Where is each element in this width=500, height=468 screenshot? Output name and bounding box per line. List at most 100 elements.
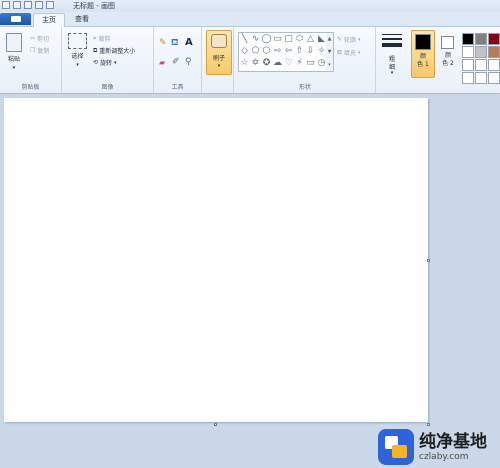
outline-label: 轮廓 — [344, 37, 357, 44]
tools-group: ✎ ⛾ A ▰ ✐ ⚲ 工具 — [154, 27, 202, 93]
palette-swatch[interactable] — [475, 46, 487, 58]
diamond-shape-icon[interactable]: ◇ — [239, 45, 250, 57]
cloud-callout-shape-icon[interactable]: ☁ — [272, 57, 283, 69]
triangle-shape-icon[interactable]: △ — [305, 33, 316, 45]
brushes-group: 刷子 ▾ — [204, 27, 234, 93]
canvas-resize-handle-right[interactable] — [427, 259, 430, 262]
pentagon-shape-icon[interactable]: ⬠ — [250, 45, 261, 57]
palette-swatch[interactable] — [462, 33, 474, 45]
palette-swatch[interactable] — [488, 46, 500, 58]
select-button[interactable]: 选择 ▾ — [68, 33, 87, 68]
file-menu-icon — [10, 16, 21, 22]
pencil-icon[interactable]: ✎ — [159, 38, 167, 48]
redo-icon[interactable] — [35, 1, 43, 9]
color-picker-icon[interactable]: ✐ — [172, 57, 180, 67]
watermark-logo-icon — [378, 429, 414, 465]
rectangle-shape-icon[interactable]: ▭ — [272, 33, 283, 45]
rotate-button[interactable]: ⟲ 旋转 ▾ — [93, 58, 117, 67]
palette-swatch[interactable] — [488, 72, 500, 84]
scissors-icon: ✂ — [30, 35, 36, 42]
chevron-down-icon: ▾ — [76, 62, 79, 68]
rectangular-callout-shape-icon[interactable]: ▭ — [305, 57, 316, 69]
color2-label: 颜 色 2 — [437, 52, 459, 68]
size-button[interactable]: 粗 细 ▾ — [378, 30, 406, 78]
right-arrow-shape-icon[interactable]: ⇨ — [272, 45, 283, 57]
brushes-label: 刷子 — [212, 55, 225, 62]
brush-icon — [211, 34, 227, 48]
text-tool-icon[interactable]: A — [185, 37, 193, 48]
magnifier-icon[interactable]: ⚲ — [185, 57, 192, 67]
file-menu-button[interactable] — [0, 13, 31, 25]
palette-swatch[interactable] — [488, 33, 500, 45]
drawing-canvas[interactable] — [4, 98, 428, 422]
chevron-down-icon: ▾ — [12, 65, 16, 71]
crop-label: 裁剪 — [98, 36, 111, 43]
heart-shape-icon[interactable]: ♡ — [283, 57, 294, 69]
outline-button[interactable]: ✎ 轮廓 ▾ — [337, 35, 361, 44]
palette-swatch[interactable] — [462, 46, 474, 58]
chevron-up-icon[interactable]: ▲ — [328, 36, 332, 42]
outline-icon: ✎ — [337, 36, 343, 43]
quick-access-toolbar — [2, 1, 54, 9]
image-group-label: 图像 — [101, 84, 114, 91]
expand-gallery-icon[interactable]: ▾ — [328, 62, 331, 68]
brushes-button[interactable]: 刷子 ▾ — [206, 30, 232, 75]
palette-swatch[interactable] — [475, 33, 487, 45]
undo-icon[interactable] — [24, 1, 32, 9]
chevron-down-icon: ▾ — [390, 70, 394, 76]
color1-button[interactable]: 颜 色 1 — [411, 30, 435, 78]
six-point-star-shape-icon[interactable]: ✡ — [250, 57, 261, 69]
color1-swatch — [415, 34, 431, 50]
customize-quick-access-icon[interactable] — [46, 1, 54, 9]
shapes-gallery-scrollbar[interactable]: ▲ ▼ ▾ — [326, 32, 334, 72]
palette-swatch[interactable] — [462, 72, 474, 84]
copy-button[interactable]: ❐ 复制 — [30, 46, 49, 55]
resize-button[interactable]: ⧉ 重新调整大小 — [93, 46, 135, 56]
chevron-down-icon: ▾ — [114, 59, 117, 66]
copy-label: 复制 — [37, 48, 50, 55]
up-arrow-shape-icon[interactable]: ⇧ — [294, 45, 305, 57]
tab-view[interactable]: 查看 — [67, 13, 97, 26]
shapes-gallery[interactable]: ╲ ∿ ◯ ▭ ▢ ⬭ △ ◣ ◇ ⬠ ⬡ ⇨ ⇦ ⇧ ⇩ ✧ ☆ ✡ ✪ ☁ … — [238, 32, 328, 72]
shapes-group-label: 形状 — [298, 84, 311, 91]
cut-button[interactable]: ✂ 剪切 — [30, 34, 49, 43]
rounded-rectangle-shape-icon[interactable]: ▢ — [283, 33, 294, 45]
palette-swatch[interactable] — [475, 59, 487, 71]
fill-label: 填充 — [343, 50, 356, 57]
rotate-icon: ⟲ — [93, 59, 99, 66]
crop-icon: ⌗ — [93, 34, 97, 42]
selection-rectangle-icon — [68, 33, 87, 49]
lightning-shape-icon[interactable]: ⚡ — [294, 57, 305, 69]
palette-swatch[interactable] — [462, 59, 474, 71]
hexagon-shape-icon[interactable]: ⬡ — [261, 45, 272, 57]
chevron-down-icon[interactable]: ▼ — [328, 49, 332, 55]
crop-button[interactable]: ⌗ 裁剪 — [93, 34, 111, 44]
polygon-shape-icon[interactable]: ⬭ — [294, 33, 305, 45]
canvas-resize-handle-bottom[interactable] — [214, 423, 217, 426]
fill-button[interactable]: ⛾ 填充 ▾ — [337, 48, 360, 58]
color2-button[interactable]: 颜 色 2 — [437, 30, 459, 78]
watermark-url: czlaby.com — [419, 451, 469, 462]
paste-button[interactable]: 粘贴 ▾ — [6, 33, 22, 71]
fill-bucket-icon[interactable]: ⛾ — [171, 38, 178, 49]
save-icon[interactable] — [13, 1, 21, 9]
color1-label-line2: 色 1 — [417, 61, 429, 68]
ribbon: 粘贴 ▾ ✂ 剪切 ❐ 复制 剪贴板 选择 ▾ ⌗ 裁剪 ⧉ 重新调整大小 ⟲ 旋转 ▾ 图… — [0, 27, 500, 94]
five-point-star-shape-icon[interactable]: ☆ — [239, 57, 250, 69]
oval-shape-icon[interactable]: ◯ — [261, 33, 272, 45]
palette-swatch[interactable] — [488, 59, 500, 71]
rotate-label: 旋转 — [100, 60, 113, 67]
line-shape-icon[interactable]: ╲ — [239, 33, 250, 45]
eraser-icon[interactable]: ▰ — [159, 58, 165, 67]
app-menu-icon[interactable] — [2, 1, 10, 9]
tab-home[interactable]: 主页 — [33, 13, 65, 27]
curve-shape-icon[interactable]: ∿ — [250, 33, 261, 45]
down-arrow-shape-icon[interactable]: ⇩ — [305, 45, 316, 57]
palette-swatch[interactable] — [475, 72, 487, 84]
watermark: 纯净基地 czlaby.com — [378, 426, 500, 468]
left-arrow-shape-icon[interactable]: ⇦ — [283, 45, 294, 57]
fill-icon: ⛾ — [337, 48, 342, 56]
image-group: 选择 ▾ ⌗ 裁剪 ⧉ 重新调整大小 ⟲ 旋转 ▾ 图像 — [62, 27, 154, 93]
color2-label-line1: 颜 — [444, 52, 451, 59]
rounded-callout-shape-icon[interactable]: ✪ — [261, 57, 272, 69]
